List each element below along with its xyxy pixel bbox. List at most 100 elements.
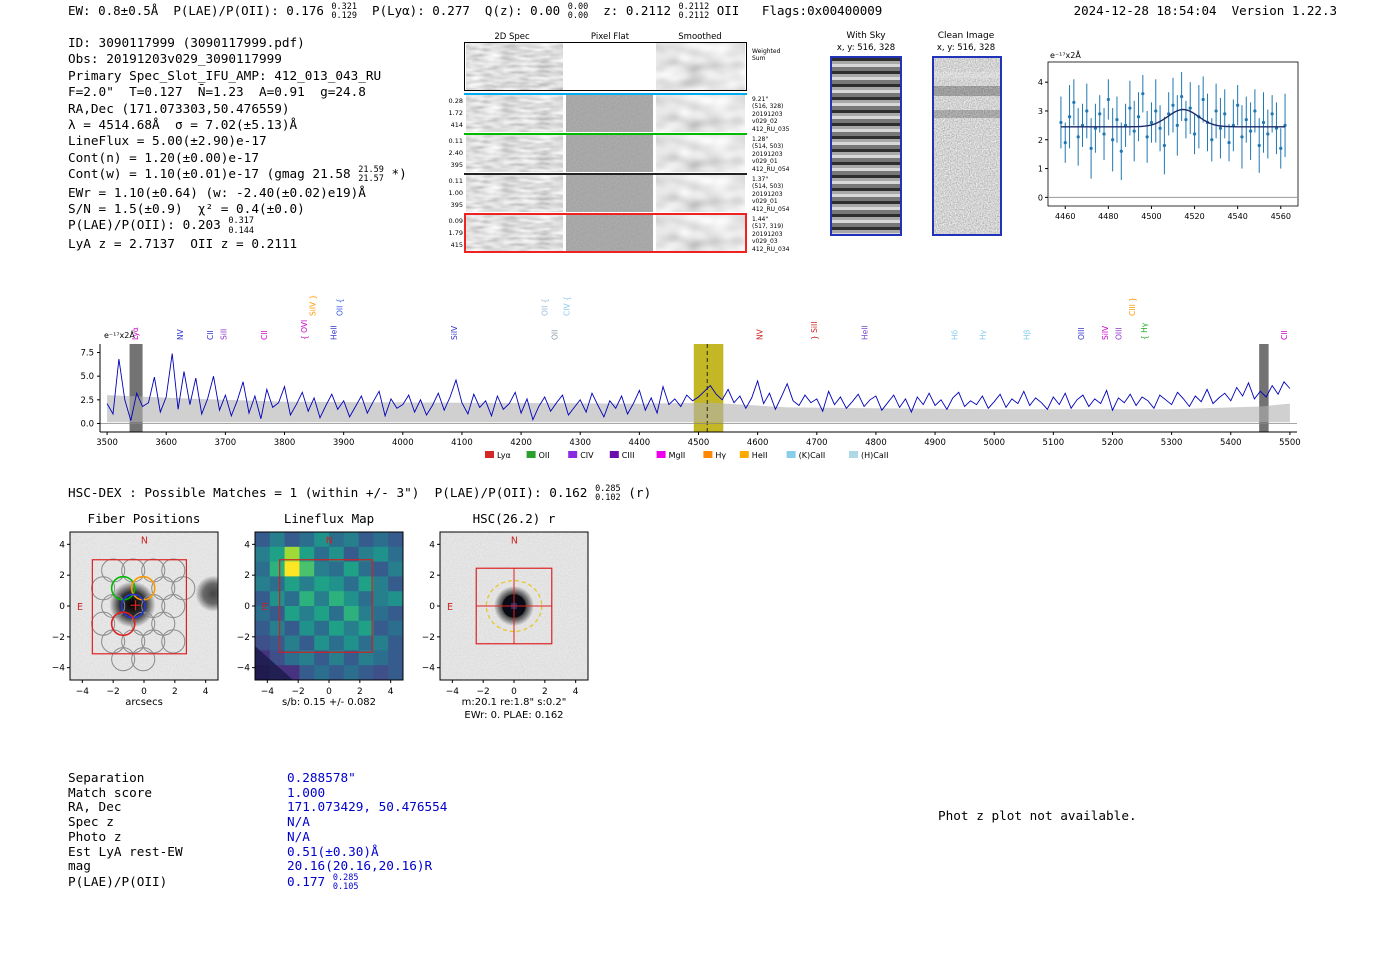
text-segment: S/N = 1.5(±0.9) χ² = 0.4(±0.0) (68, 201, 305, 216)
svg-text:4000: 4000 (392, 438, 414, 448)
svg-text:−2: −2 (52, 633, 65, 643)
emission-line-label: CII (1280, 330, 1289, 340)
stacked-uncertainty: 0.2112 0.2112 (678, 2, 710, 22)
cutout-image-flat (566, 215, 653, 252)
svg-text:2: 2 (542, 687, 548, 697)
emission-line-label: HeII (330, 325, 339, 340)
match-row-value: 20.16(20.16,20.16)R (287, 858, 432, 873)
cutout-image-spec2d (466, 135, 563, 172)
svg-text:N: N (326, 536, 333, 547)
svg-text:3: 3 (1038, 107, 1043, 116)
match-row-value: 0.51(±0.30)Å (287, 844, 379, 859)
info-line: S/N = 1.5(±0.9) χ² = 0.4(±0.0) (68, 201, 407, 217)
text-segment: ID: 3090117999 (3090117999.pdf) (68, 35, 305, 50)
svg-text:(K)CaII: (K)CaII (799, 451, 826, 460)
svg-text:5100: 5100 (1043, 438, 1065, 448)
match-row-label: RA, Dec (68, 799, 122, 815)
cutout-image-smoothed (656, 135, 745, 172)
hsc-image (440, 532, 588, 680)
match-row-value: 1.000 (287, 785, 325, 800)
match-table-row: Spec z N/A (68, 814, 447, 830)
cutout-image-spec2d (466, 175, 563, 212)
svg-text:N: N (141, 536, 148, 547)
svg-text:−2: −2 (292, 687, 305, 697)
svg-text:5400: 5400 (1220, 438, 1242, 448)
panel-title-lineflux-map: Lineflux Map (283, 511, 375, 526)
col-header-smoothed: Smoothed (678, 32, 722, 42)
fiber-row-info: 1.37" (514, 503) 20191203 v029_01 412_RU… (752, 176, 790, 213)
emission-line-label: CIII } (1128, 297, 1137, 316)
fiber-row-info: 1.44" (517, 319) 20191203 v029_03 412_RU… (752, 216, 790, 253)
legend-swatch (703, 451, 713, 458)
svg-text:4100: 4100 (451, 438, 473, 448)
info-line: Cont(w) = 1.10(±0.01)e-17 (gmag 21.58 21… (68, 165, 407, 185)
fiber-row-info: 9.21" (516, 328) 20191203 v029_02 412_RU… (752, 96, 790, 133)
stacked-uncertainty: 21.59 21.57 (358, 165, 384, 185)
svg-text:3900: 3900 (333, 438, 355, 448)
svg-text:2: 2 (59, 571, 65, 581)
lineflux-xlabel: s/b: 0.15 +/- 0.082 (281, 697, 377, 708)
match-row-label: Photo z (68, 828, 122, 844)
emission-line-label: OII (551, 330, 560, 340)
svg-text:4500: 4500 (688, 438, 710, 448)
svg-text:CIII: CIII (622, 451, 635, 460)
match-row-label: mag (68, 858, 91, 874)
svg-text:3700: 3700 (215, 438, 237, 448)
info-line: F=2.0" T=0.127 N̄=1.23 A=0.91 g=24.8 (68, 84, 407, 100)
svg-text:E: E (77, 602, 83, 613)
legend-swatch (739, 451, 749, 458)
match-row-label: Separation (68, 770, 145, 785)
svg-text:Lyα: Lyα (497, 451, 511, 460)
svg-text:OII: OII (539, 451, 550, 460)
svg-text:−4: −4 (261, 687, 275, 697)
svg-text:Hγ: Hγ (715, 451, 726, 460)
header-summary: EW: 0.8±0.5Å P(LAE)/P(OII): 0.176 0.321 0… (68, 2, 882, 22)
text-segment: N/A (287, 828, 310, 844)
weighted-sum-label: Weighted Sum (752, 48, 781, 63)
match-table: Separation 0.288578" Match score 1.000 RA, D… (68, 770, 447, 893)
match-table-row: Photo z N/A (68, 828, 447, 845)
emission-line-label: SiIV (450, 325, 459, 340)
spectrum-plot-area (100, 344, 1297, 432)
svg-text:4: 4 (203, 687, 209, 697)
legend-swatch (568, 451, 578, 458)
col-header-pixelflat: Pixel Flat (590, 32, 630, 42)
text-segment: λ = 4514.68Å σ = 7.02(±5.13)Å (68, 117, 298, 133)
svg-text:4500: 4500 (1141, 212, 1161, 221)
text-segment: P(LAE)/P(OII): 0.203 (68, 217, 229, 233)
svg-text:3800: 3800 (274, 438, 296, 448)
text-segment: LineFlux = 5.00(±2.90)e-17 (68, 133, 267, 149)
detection-info-block: ID: 3090117999 (3090117999.pdf) Obs: 2019… (68, 35, 407, 252)
cutout-image-flat (566, 175, 653, 212)
fiber-xlabel: arcsecs (125, 697, 163, 708)
text-segment: P(Lyα): 0.277 Q(z): 0.00 (357, 3, 568, 19)
clean-image-coords: x, y: 516, 328 (936, 43, 996, 53)
text-segment: HSC-DEX : Possible Matches = 1 (within +… (68, 485, 596, 501)
stacked-uncertainty: 0.285 0.102 (595, 484, 621, 504)
emission-line-label: SiIV } (308, 295, 317, 316)
svg-text:2: 2 (172, 687, 178, 697)
match-table-row: Est LyA rest-EW 0.51(±0.30)Å (68, 844, 447, 860)
legend-swatch (526, 451, 536, 458)
emission-line-label: NV (176, 328, 185, 340)
info-line: RA,Dec (171.073303,50.476559) (68, 101, 407, 117)
hsc-xlabel: m:20.1 re:1.8" s:0.2" (461, 697, 567, 708)
stacked-uncertainty: 0.285 0.105 (332, 872, 359, 893)
emission-line-label: { Hγ (1140, 322, 1149, 340)
match-row-value: 0.177 0.285 0.105 (287, 872, 359, 893)
svg-text:2: 2 (244, 571, 250, 581)
legend-swatch (656, 451, 666, 458)
svg-text:5500: 5500 (1279, 438, 1301, 448)
svg-text:4600: 4600 (747, 438, 769, 448)
svg-text:2.5: 2.5 (80, 396, 94, 406)
info-line: λ = 4514.68Å σ = 7.02(±5.13)Å (68, 117, 407, 133)
svg-text:−2: −2 (237, 633, 250, 643)
info-line: P(LAE)/P(OII): 0.203 0.317 0.144 (68, 217, 407, 236)
match-table-row: Separation 0.288578" (68, 770, 447, 786)
hsc-cutout-plot: −4 −4 −2 −2 0 0 2 2 4 4 N E (422, 531, 589, 697)
text-segment: Cont(w) = 1.10(±0.01)e-17 (gmag 21.58 (68, 166, 359, 182)
svg-text:4460: 4460 (1055, 212, 1075, 221)
lineflux-map-plot: −4 −4 −2 −2 0 0 2 2 4 4 N E (237, 531, 404, 697)
text-segment: 20.16(20.16,20.16)R (287, 858, 433, 874)
svg-text:4540: 4540 (1227, 212, 1247, 221)
